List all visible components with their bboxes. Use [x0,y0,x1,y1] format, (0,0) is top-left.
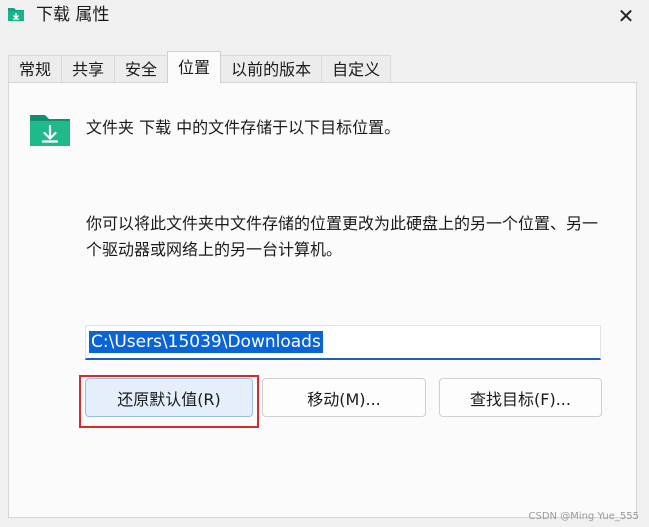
tab-sharing[interactable]: 共享 [61,55,116,83]
tab-customize[interactable]: 自定义 [321,55,392,83]
location-path-input[interactable]: C:\Users\15039\Downloads [85,325,601,360]
location-info-text: 文件夹 下载 中的文件存储于以下目标位置。 [86,118,401,137]
tab-general[interactable]: 常规 [8,55,63,83]
move-button[interactable]: 移动(M)... [262,378,426,417]
close-button[interactable]: ✕ [603,0,649,32]
tab-bar: 常规 共享 安全 位置 以前的版本 自定义 [8,51,392,83]
title-bar: 下载 属性 ✕ [0,0,649,32]
highlight-annotation-box [79,375,259,428]
window-title: 下载 属性 [36,5,110,25]
download-folder-icon [8,8,24,21]
location-description: 你可以将此文件夹中文件存储的位置更改为此硬盘上的另一个位置、另一个驱动器或网络上… [86,214,599,259]
download-folder-icon [30,115,70,146]
tab-security[interactable]: 安全 [114,55,169,83]
tab-location[interactable]: 位置 [167,51,222,83]
tab-previous-versions[interactable]: 以前的版本 [220,55,323,83]
location-panel: 文件夹 下载 中的文件存储于以下目标位置。 你可以将此文件夹中文件存储的位置更改… [8,82,637,518]
find-target-button[interactable]: 查找目标(F)... [439,378,602,417]
close-icon: ✕ [617,4,635,28]
location-path-value: C:\Users\15039\Downloads [89,331,323,353]
watermark: CSDN @Ming Yue_555 [528,511,640,522]
